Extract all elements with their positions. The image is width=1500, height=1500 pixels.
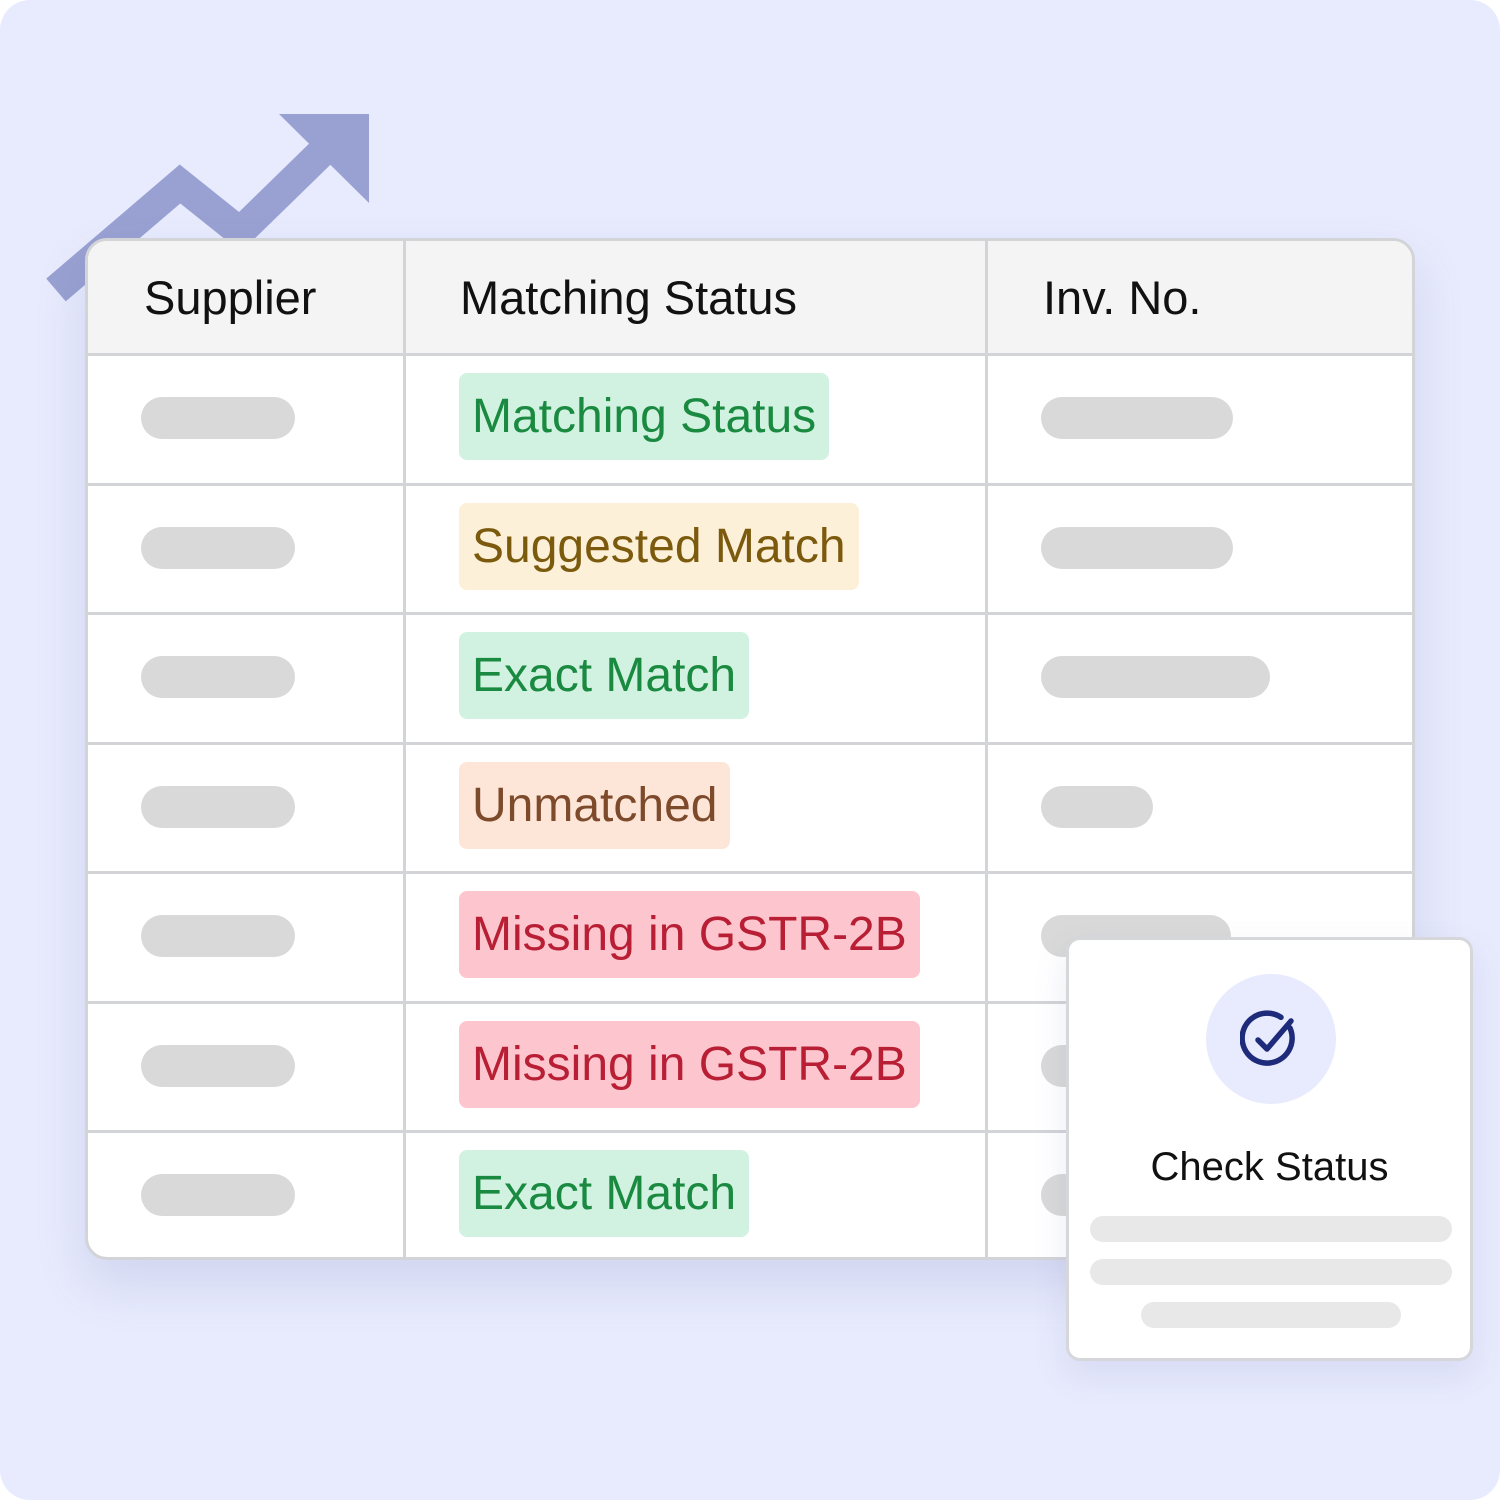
status-badge[interactable]: Missing in GSTR-2B [459, 891, 920, 978]
status-badge[interactable]: Exact Match [459, 1150, 750, 1237]
column-divider [403, 241, 406, 1257]
check-status-card[interactable]: Check Status [1066, 937, 1473, 1361]
check-icon-circle [1206, 974, 1336, 1104]
status-badge[interactable]: Unmatched [459, 762, 731, 849]
column-divider [985, 241, 988, 1257]
header-matching-status[interactable]: Matching Status [460, 241, 797, 353]
table-row[interactable]: Exact Match [88, 615, 1412, 745]
illustration-canvas: Supplier Matching Status Inv. No. Matchi… [0, 0, 1500, 1500]
header-supplier[interactable]: Supplier [144, 241, 316, 353]
status-badge[interactable]: Matching Status [459, 373, 830, 460]
table-row[interactable]: Matching Status [88, 356, 1412, 486]
text-placeholder-line [1090, 1259, 1452, 1285]
invoice-number-placeholder [1041, 656, 1270, 698]
supplier-placeholder [141, 1045, 295, 1087]
supplier-placeholder [141, 527, 295, 569]
header-inv-no[interactable]: Inv. No. [1043, 241, 1201, 353]
supplier-placeholder [141, 397, 295, 439]
invoice-number-placeholder [1041, 786, 1153, 828]
text-placeholder-line [1090, 1216, 1452, 1242]
supplier-placeholder [141, 1174, 295, 1216]
table-header-row: Supplier Matching Status Inv. No. [88, 241, 1412, 356]
invoice-number-placeholder [1041, 397, 1233, 439]
check-status-label: Check Status [1150, 1145, 1389, 1189]
supplier-placeholder [141, 656, 295, 698]
supplier-placeholder [141, 915, 295, 957]
status-badge[interactable]: Suggested Match [459, 503, 859, 590]
supplier-placeholder [141, 786, 295, 828]
text-placeholder-line [1141, 1302, 1401, 1328]
invoice-number-placeholder [1041, 527, 1233, 569]
status-badge[interactable]: Missing in GSTR-2B [459, 1021, 920, 1108]
status-badge[interactable]: Exact Match [459, 632, 750, 719]
table-row[interactable]: Unmatched [88, 745, 1412, 874]
table-row[interactable]: Suggested Match [88, 486, 1412, 615]
check-circle-icon [1240, 1010, 1295, 1066]
